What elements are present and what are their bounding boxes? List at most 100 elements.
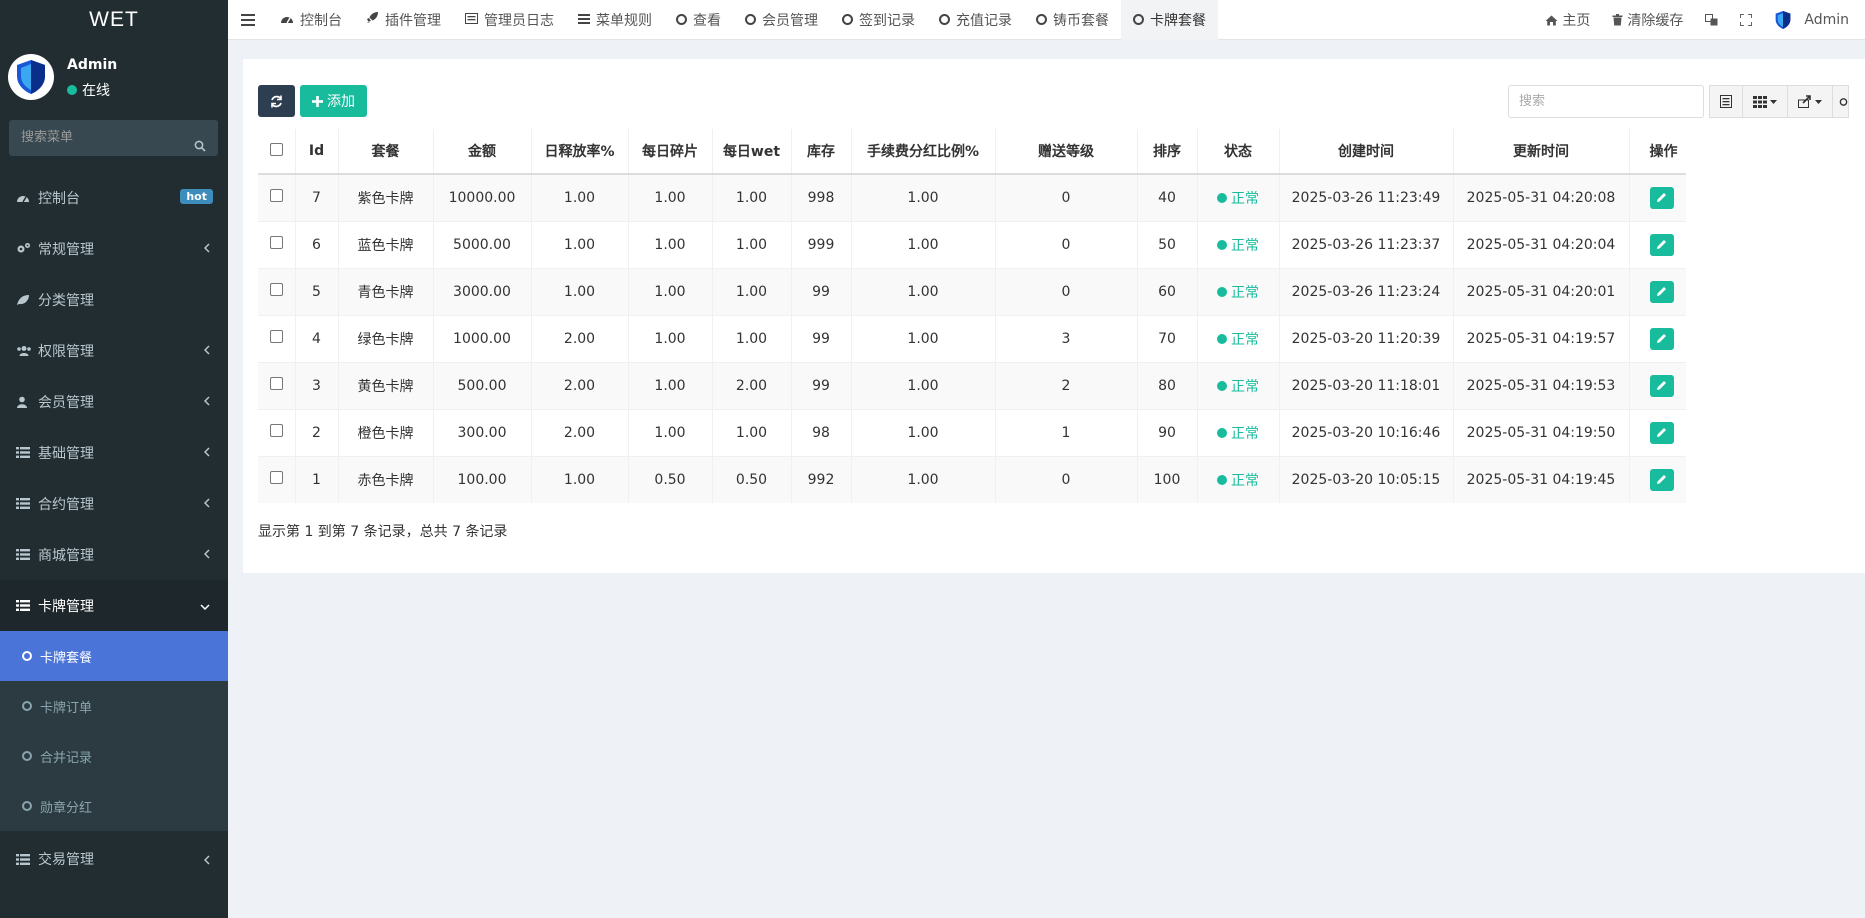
status-dot-icon	[1217, 427, 1227, 438]
tab-menu-rules[interactable]: 菜单规则	[566, 0, 664, 40]
select-all-checkbox[interactable]	[269, 142, 283, 156]
edit-button[interactable]	[1649, 468, 1674, 491]
export-button[interactable]	[1788, 85, 1833, 118]
row-checkbox[interactable]	[269, 283, 283, 296]
edit-button[interactable]	[1649, 233, 1674, 256]
tab-mint-package[interactable]: 铸币套餐	[1024, 0, 1121, 40]
th-icon	[1753, 95, 1767, 108]
sidebar-item-category[interactable]: 分类管理	[0, 274, 228, 325]
tab-checkin-record[interactable]: 签到记录	[830, 0, 927, 40]
column-header[interactable]: 库存	[790, 129, 851, 175]
caret-down-icon	[1770, 99, 1777, 104]
column-header[interactable]: 状态	[1196, 129, 1279, 175]
table-cell: 98	[790, 408, 851, 456]
column-header[interactable]: 创建时间	[1278, 129, 1453, 175]
table-cell: 1000.00	[432, 314, 531, 362]
column-header[interactable]: 手续费分红比例%	[850, 129, 995, 175]
search-toggle-button[interactable]	[1833, 85, 1849, 118]
sidebar-item-mall[interactable]: 商城管理	[0, 529, 228, 580]
table-cell: 2	[994, 361, 1137, 409]
row-checkbox[interactable]	[269, 236, 283, 249]
table-cell: 青色卡牌	[337, 267, 433, 315]
sub-item-card-order[interactable]: 卡牌订单	[0, 681, 228, 731]
online-dot-icon	[67, 85, 77, 95]
clear-cache-button[interactable]: 清除缓存	[1612, 10, 1683, 30]
sidebar-item-card[interactable]: 卡牌管理	[0, 580, 228, 631]
sidebar-item-contract[interactable]: 合约管理	[0, 478, 228, 529]
sidebar-search-input[interactable]: 搜索菜单	[9, 120, 218, 156]
sub-item-merge-record[interactable]: 合并记录	[0, 731, 228, 781]
tab-view[interactable]: 查看	[664, 0, 733, 40]
tab-label: 控制台	[300, 12, 342, 29]
edit-button[interactable]	[1649, 374, 1674, 397]
column-header[interactable]: 每日碎片	[627, 129, 712, 175]
row-checkbox[interactable]	[269, 377, 283, 390]
columns-button[interactable]	[1743, 85, 1788, 118]
sidebar-item-dashboard[interactable]: 控制台 hot	[0, 172, 228, 223]
table-search-input[interactable]	[1508, 85, 1704, 118]
edit-button[interactable]	[1649, 327, 1674, 350]
status-badge: 正常	[1217, 423, 1259, 443]
status-cell: 正常	[1196, 408, 1279, 456]
column-header[interactable]: 日释放率%	[530, 129, 628, 175]
sidebar-item-member[interactable]: 会员管理	[0, 376, 228, 427]
table-cell: 0.50	[627, 455, 712, 503]
brand-logo[interactable]: WET	[0, 0, 228, 40]
row-checkbox[interactable]	[269, 424, 283, 437]
edit-button[interactable]	[1649, 186, 1674, 209]
sidebar-item-permission[interactable]: 权限管理	[0, 325, 228, 376]
admin-menu[interactable]: Admin	[1774, 10, 1849, 30]
table-cell: 0	[994, 173, 1137, 221]
column-header[interactable]: 套餐	[337, 129, 433, 175]
list-icon	[16, 853, 34, 865]
add-button[interactable]: 添加	[300, 85, 367, 117]
table-cell: 1.00	[627, 314, 712, 362]
column-header[interactable]: 金额	[432, 129, 531, 175]
sub-item-medal-dividend[interactable]: 勋章分红	[0, 781, 228, 831]
column-header[interactable]: 更新时间	[1452, 129, 1629, 175]
row-checkbox[interactable]	[269, 471, 283, 485]
column-header[interactable]: 每日wet	[711, 129, 791, 175]
menu-toggle-icon[interactable]	[228, 13, 268, 26]
table-cell: 2.00	[530, 314, 628, 362]
tab-admin-log[interactable]: 管理员日志	[453, 0, 566, 40]
refresh-button[interactable]	[258, 85, 295, 117]
column-header[interactable]: 排序	[1136, 129, 1197, 175]
group-icon	[16, 345, 34, 357]
column-header[interactable]: 赠送等级	[994, 129, 1137, 175]
status-cell: 正常	[1196, 455, 1279, 503]
table-cell: 1.00	[711, 408, 791, 456]
translate-button[interactable]	[1705, 14, 1718, 26]
list-icon	[16, 447, 34, 458]
tab-plugins[interactable]: 插件管理	[354, 0, 453, 40]
tab-label: 充值记录	[956, 12, 1012, 29]
tab-label: 管理员日志	[484, 12, 554, 29]
table-row: 1 赤色卡牌 100.00 1.00 0.50 0.50 992 1.00 0 100 正常 2025…	[258, 455, 1686, 503]
toggle-view-button[interactable]	[1709, 85, 1743, 118]
sidebar-item-trade[interactable]: 交易管理	[0, 831, 228, 887]
sub-item-card-package[interactable]: 卡牌套餐	[0, 631, 228, 681]
edit-button[interactable]	[1649, 421, 1674, 444]
tab-member[interactable]: 会员管理	[733, 0, 830, 40]
table-cell: 4	[294, 314, 338, 362]
tab-dashboard[interactable]: 控制台	[268, 0, 354, 40]
sidebar-item-basic[interactable]: 基础管理	[0, 427, 228, 478]
fullscreen-button[interactable]	[1740, 14, 1753, 26]
home-link[interactable]: 主页	[1545, 10, 1590, 30]
table-cell: 2025-05-31 04:19:53	[1452, 361, 1629, 409]
edit-button[interactable]	[1649, 280, 1674, 303]
operations-cell	[1628, 455, 1686, 503]
table-cell: 1.00	[711, 173, 791, 221]
sidebar-item-general[interactable]: 常规管理	[0, 223, 228, 274]
sidebar-item-label: 商城管理	[38, 547, 94, 564]
table-cell: 2025-03-26 11:23:37	[1278, 220, 1453, 268]
tab-recharge-record[interactable]: 充值记录	[927, 0, 1024, 40]
search-icon[interactable]	[194, 131, 206, 167]
row-checkbox[interactable]	[269, 189, 283, 203]
table-cell: 1.00	[627, 361, 712, 409]
row-checkbox[interactable]	[269, 330, 283, 343]
column-header[interactable]: Id	[294, 129, 338, 175]
circle-o-icon	[22, 801, 32, 811]
tab-card-package[interactable]: 卡牌套餐	[1121, 0, 1218, 40]
export-icon	[1798, 95, 1811, 108]
